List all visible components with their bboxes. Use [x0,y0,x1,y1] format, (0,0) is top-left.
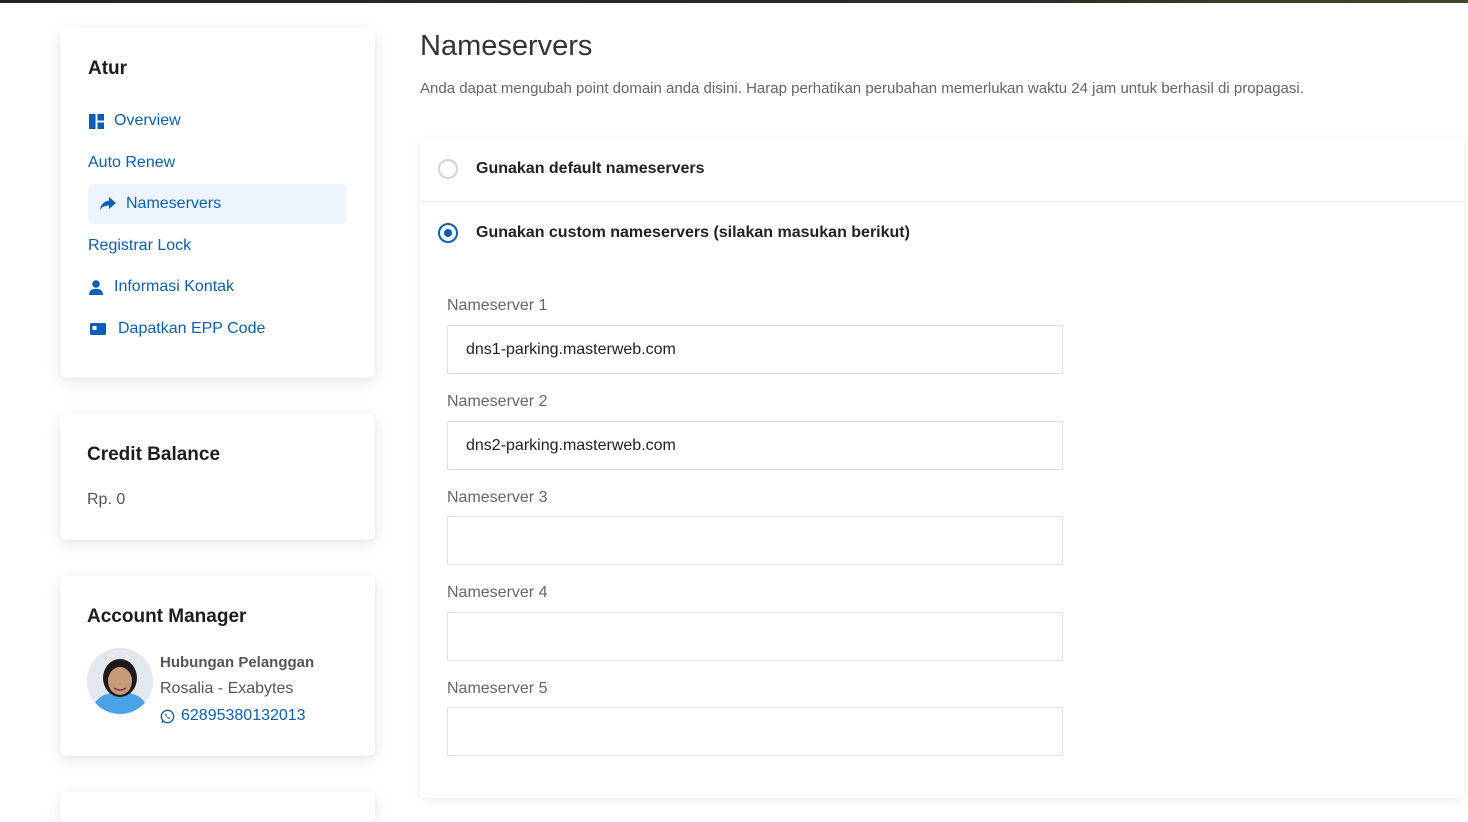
nameserver-2-input[interactable] [447,421,1063,470]
account-manager-phone: 62895380132013 [181,707,306,724]
avatar [87,648,153,714]
manage-card: Atur Overview Auto Renew Nameservers Reg… [60,28,375,378]
nameserver-3-input[interactable] [447,516,1063,565]
custom-nameservers-option[interactable]: Gunakan custom nameservers (silakan masu… [438,223,910,243]
default-nameservers-option[interactable]: Gunakan default nameservers [438,159,705,179]
default-nameservers-radio[interactable] [438,159,458,179]
account-manager-subtitle: Rosalia - Exabytes [160,680,294,697]
whatsapp-icon [160,709,175,723]
custom-nameservers-radio[interactable] [438,223,458,243]
manage-card-title: Atur [88,58,128,79]
nameserver-3-label: Nameserver 3 [447,489,548,506]
credit-balance-card: Credit Balance Rp. 0 [60,414,375,540]
custom-nameservers-label: Gunakan custom nameservers (silakan masu… [476,224,910,241]
sidebar-item-contact-info[interactable]: Informasi Kontak [88,267,346,307]
sidebar-item-label: Dapatkan EPP Code [118,320,266,337]
account-manager-title: Account Manager [87,606,247,627]
nameserver-2-label: Nameserver 2 [447,393,548,410]
credit-balance-title: Credit Balance [87,444,221,465]
sidebar-item-label: Registrar Lock [88,237,192,254]
whatsapp-link[interactable]: 62895380132013 [160,707,306,725]
share-arrow-icon [100,196,116,212]
nameserver-1-input[interactable] [447,325,1063,374]
sidebar-item-label: Overview [114,112,181,129]
nameserver-4-label: Nameserver 4 [447,584,548,601]
nameserver-5-input[interactable] [447,707,1063,756]
nameserver-5-label: Nameserver 5 [447,680,548,697]
nameserver-panel: Gunakan default nameservers Gunakan cust… [420,138,1464,798]
account-manager-card: Account Manager Hubungan Pelanggan Rosal… [60,576,375,756]
nameserver-1-label: Nameserver 1 [447,297,548,314]
sidebar-item-overview[interactable]: Overview [88,101,346,141]
user-icon [88,279,104,295]
sidebar-item-label: Nameservers [126,195,222,212]
sidebar-item-label: Informasi Kontak [114,278,235,295]
credit-balance-value: Rp. 0 [87,491,126,508]
divider [420,201,1464,202]
sidebar-item-epp-code[interactable]: Dapatkan EPP Code [88,309,346,349]
sidebar-item-auto-renew[interactable]: Auto Renew [88,143,346,183]
sidebar-item-label: Auto Renew [88,154,176,171]
sidebar-item-registrar-lock[interactable]: Registrar Lock [88,226,346,266]
top-strip [0,0,1468,3]
id-card-icon [88,321,108,337]
default-nameservers-label: Gunakan default nameservers [476,160,705,177]
account-manager-name: Hubungan Pelanggan [160,654,315,671]
next-card [60,792,375,822]
nameserver-4-input[interactable] [447,612,1063,661]
sidebar-item-nameservers[interactable]: Nameservers [88,184,346,224]
page-description: Anda dapat mengubah point domain anda di… [420,80,1304,97]
dashboard-icon [88,113,104,129]
page-title: Nameservers [420,30,593,62]
